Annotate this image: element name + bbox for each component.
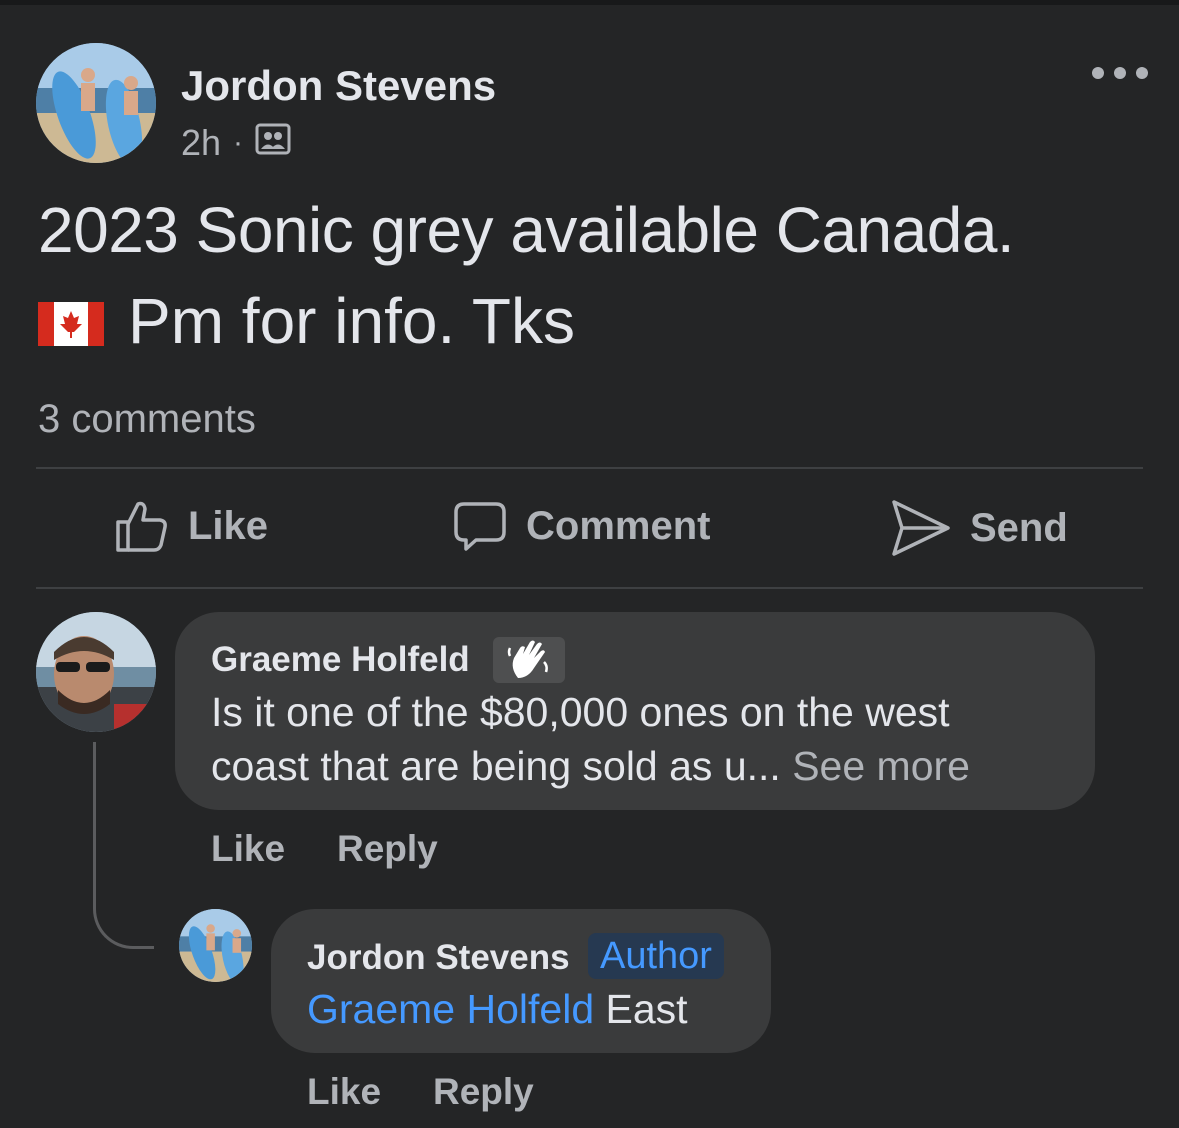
reply-author-name[interactable]: Jordon Stevens [307,938,570,978]
wave-hand-icon [493,637,565,683]
group-audience-icon [255,122,291,164]
top-border [0,0,1179,5]
comment-text-line-2-row: coast that are being sold as u... See mo… [211,739,970,793]
meta-separator: · [233,126,244,159]
see-more-link[interactable]: See more [792,743,970,789]
post-time[interactable]: 2h [181,122,221,164]
post-author-avatar[interactable] [36,43,156,163]
comments-count[interactable]: 3 comments [38,397,256,442]
reply-reply-button[interactable]: Reply [433,1071,534,1113]
comment-button[interactable]: Comment [452,498,710,554]
comment-reply-button[interactable]: Reply [337,828,438,870]
author-badge: Author [588,933,724,979]
mention-link[interactable]: Graeme Holfeld [307,986,594,1032]
reply-like-button[interactable]: Like [307,1071,381,1113]
reply-text: East [605,986,688,1032]
canada-flag-icon [38,302,104,346]
post-text-line-2: Pm for info. Tks [128,285,575,357]
send-icon [892,500,950,556]
post-text-line-2-row: Pm for info. Tks [38,284,575,358]
send-label: Send [970,505,1068,550]
comment-label: Comment [526,503,711,548]
like-button[interactable]: Like [114,498,268,554]
like-label: Like [188,503,269,548]
commenter-name[interactable]: Graeme Holfeld [211,640,470,680]
reply-text-row: Graeme Holfeld East [307,982,688,1036]
post-meta: 2h · [181,122,291,164]
post-text-line-1: 2023 Sonic grey available Canada. [38,194,1015,266]
thumbs-up-icon [116,501,167,552]
divider-bottom [36,587,1143,589]
comment-text-line-1: Is it one of the $80,000 ones on the wes… [211,689,950,735]
more-options-icon[interactable] [1092,58,1148,88]
divider-top [36,467,1143,469]
comment-bubble-icon [454,502,506,551]
send-button[interactable]: Send [890,498,1068,558]
reply-author-avatar[interactable] [179,909,252,982]
comment-like-button[interactable]: Like [211,828,285,870]
commenter-avatar[interactable] [36,612,156,732]
post-author-name[interactable]: Jordon Stevens [181,62,496,110]
reply-thread-line [93,742,154,949]
comment-text-line-2: coast that are being sold as u... [211,743,781,789]
